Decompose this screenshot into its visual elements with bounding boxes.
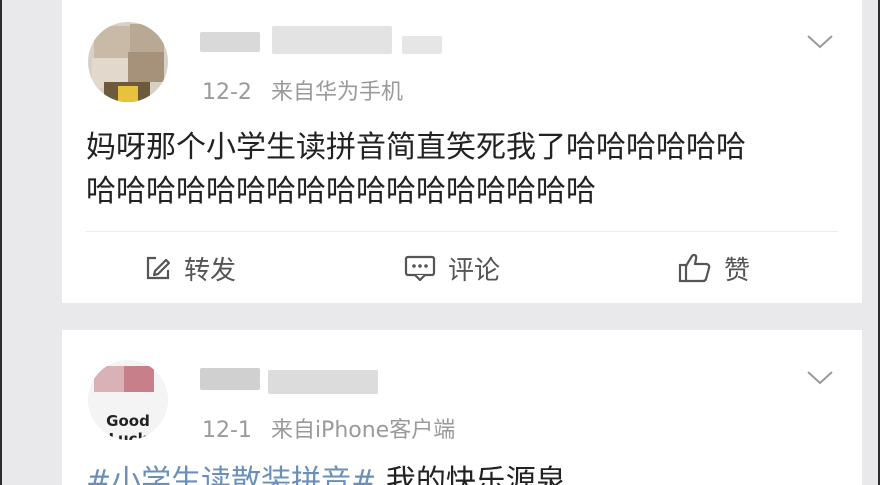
username-blur xyxy=(268,370,378,394)
comment-bubble-icon xyxy=(404,255,436,282)
divider xyxy=(86,231,838,232)
username-blur xyxy=(200,368,260,390)
avatar-text: Good Luck xyxy=(106,412,150,440)
post-content-line: 妈呀那个小学生读拼音简直笑死我了哈哈哈哈哈哈 xyxy=(86,130,746,165)
post-meta: 12-2 来自华为手机 xyxy=(202,74,403,106)
username-blur xyxy=(200,32,260,52)
post-date: 12-2 xyxy=(202,80,252,105)
post-content-text: 我的快乐源泉 xyxy=(376,464,566,485)
post-content: 妈呀那个小学生读拼音简直笑死我了哈哈哈哈哈哈 哈哈哈哈哈哈哈哈哈哈哈哈哈哈哈哈哈 xyxy=(86,126,846,214)
username-blur xyxy=(272,26,392,54)
avatar[interactable]: Good Luck xyxy=(88,360,168,440)
edit-square-icon xyxy=(146,256,171,280)
post-card: 12-2 来自华为手机 妈呀那个小学生读拼音简直笑死我了哈哈哈哈哈哈 哈哈哈哈哈… xyxy=(62,0,862,303)
repost-label: 转发 xyxy=(184,255,237,286)
post-meta: 12-1 来自iPhone客户端 xyxy=(202,412,455,444)
post-card: Good Luck 12-1 来自iPhone客户端 #小学生读散装拼音# 我的… xyxy=(62,330,862,485)
post-source: 来自华为手机 xyxy=(270,80,403,105)
username-blur xyxy=(402,36,442,54)
post-content-line: 哈哈哈哈哈哈哈哈哈哈哈哈哈哈哈哈哈 xyxy=(86,174,596,209)
repost-button[interactable]: 转发 xyxy=(144,248,236,288)
like-label: 赞 xyxy=(724,255,751,286)
post-source: 来自iPhone客户端 xyxy=(270,418,456,443)
post-content: #小学生读散装拼音# 我的快乐源泉 xyxy=(86,460,846,485)
comment-label: 评论 xyxy=(448,255,501,286)
comment-button[interactable]: 评论 xyxy=(404,248,500,288)
chevron-down-icon[interactable] xyxy=(806,370,834,386)
chevron-down-icon[interactable] xyxy=(806,34,834,50)
avatar[interactable] xyxy=(88,22,168,102)
thumbs-up-icon xyxy=(678,253,711,283)
like-button[interactable]: 赞 xyxy=(678,248,750,288)
post-date: 12-1 xyxy=(202,418,252,443)
topic-link[interactable]: #小学生读散装拼音# xyxy=(86,464,376,485)
